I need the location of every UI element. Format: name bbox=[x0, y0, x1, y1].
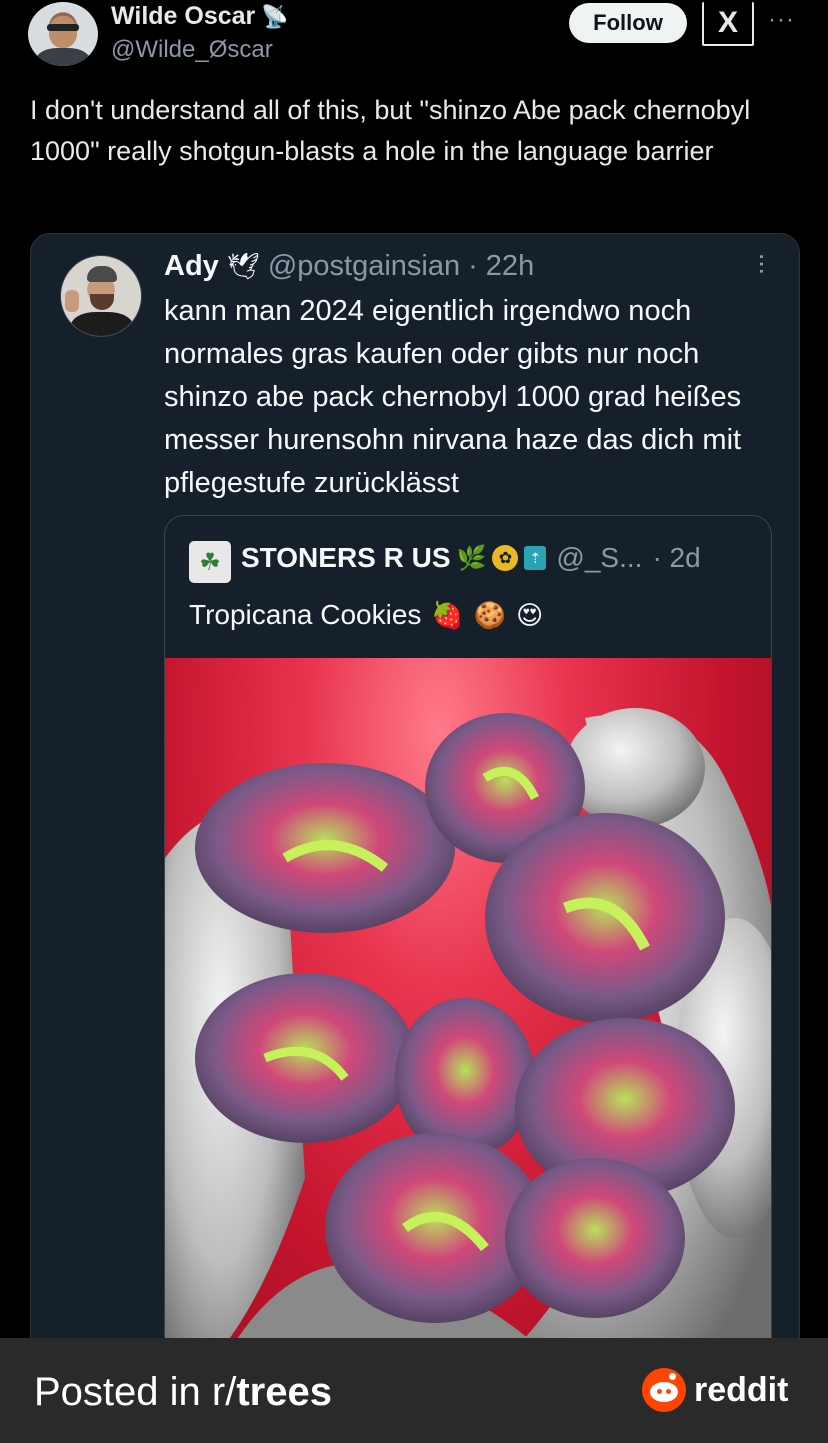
tweet-text: I don't understand all of this, but "shi… bbox=[30, 95, 751, 166]
snoo-eye-left bbox=[657, 1389, 662, 1394]
quoted-author-avatar[interactable] bbox=[60, 255, 142, 337]
leaf-icon: 🌿 bbox=[456, 544, 487, 572]
reddit-footer: Posted in r/trees reddit bbox=[0, 1338, 828, 1443]
more-options-icon[interactable]: ··· bbox=[768, 6, 795, 34]
quoted-author-row: Ady 🕊 @postgainsian · 22h bbox=[164, 250, 534, 283]
inner-author-handle[interactable]: @_S... bbox=[556, 542, 642, 574]
cannabis-leaf-icon: ☘ bbox=[199, 548, 221, 576]
verified-badge-icon: ✿ bbox=[492, 545, 519, 571]
tweet-photo[interactable] bbox=[165, 658, 771, 1382]
dove-icon: 🕊 bbox=[226, 251, 260, 281]
heart-eyes-icon: 😍 bbox=[516, 599, 544, 630]
strawberry-icon: 🍓 bbox=[431, 599, 464, 630]
quoted-timestamp[interactable]: · 22h bbox=[468, 250, 534, 283]
tweet-header: Wilde Oscar 📡 @Wilde_Øscar Follow X ··· bbox=[0, 0, 828, 80]
cannabis-buds-illustration bbox=[165, 708, 771, 1382]
cookie-icon: 🍪 bbox=[473, 599, 507, 630]
inner-quoted-card[interactable]: ☘ STONERS R US 🌿 ✿ ⇡ @_S... · 2d Tropica… bbox=[164, 515, 772, 1382]
inner-tweet-text: Tropicana Cookies bbox=[189, 599, 422, 630]
inner-tweet-text-row: Tropicana Cookies 🍓 🍪 😍 bbox=[189, 599, 543, 631]
satellite-dish-icon: 📡 bbox=[261, 3, 289, 29]
author-name-row[interactable]: Wilde Oscar 📡 bbox=[111, 2, 289, 31]
author-name[interactable]: Wilde Oscar bbox=[111, 2, 255, 31]
reddit-snoo-icon bbox=[642, 1368, 686, 1412]
author-handle[interactable]: @Wilde_Øscar bbox=[111, 36, 273, 64]
avatar-glasses bbox=[47, 24, 79, 31]
quoted-tweet-card[interactable]: Ady 🕊 @postgainsian · 22h ··· kann man 2… bbox=[30, 233, 800, 1383]
avatar-cap bbox=[87, 266, 117, 282]
snoo-antenna bbox=[669, 1373, 676, 1380]
inner-author-name[interactable]: STONERS R US bbox=[241, 542, 451, 574]
x-logo-icon[interactable]: X bbox=[702, 2, 754, 46]
avatar-beard bbox=[90, 294, 114, 310]
inner-author-row: STONERS R US 🌿 ✿ ⇡ @_S... · 2d bbox=[241, 542, 701, 574]
reddit-wordmark: reddit bbox=[694, 1370, 789, 1409]
stoners-avatar[interactable]: ☘ bbox=[189, 541, 231, 583]
avatar-hand bbox=[65, 290, 79, 312]
snoo-head bbox=[650, 1382, 678, 1402]
affiliate-badge-icon: ⇡ bbox=[524, 546, 547, 570]
avatar-jacket bbox=[71, 312, 133, 336]
quoted-author-name[interactable]: Ady bbox=[164, 250, 219, 283]
inner-timestamp[interactable]: · 2d bbox=[652, 542, 700, 574]
quoted-tweet-text: kann man 2024 eigentlich irgendwo noch n… bbox=[164, 295, 742, 499]
subreddit-name[interactable]: trees bbox=[236, 1370, 332, 1414]
avatar-face bbox=[49, 16, 77, 48]
author-avatar[interactable] bbox=[28, 2, 98, 66]
follow-button[interactable]: Follow bbox=[569, 3, 687, 43]
quoted-more-icon[interactable]: ··· bbox=[747, 252, 779, 274]
quoted-author-handle[interactable]: @postgainsian bbox=[268, 250, 460, 283]
snoo-eye-right bbox=[666, 1389, 671, 1394]
reddit-logo[interactable]: reddit bbox=[642, 1368, 788, 1412]
avatar-shirt bbox=[36, 48, 90, 66]
posted-in-label[interactable]: Posted in r/trees bbox=[34, 1370, 332, 1415]
posted-in-prefix: Posted in r/ bbox=[34, 1370, 237, 1414]
